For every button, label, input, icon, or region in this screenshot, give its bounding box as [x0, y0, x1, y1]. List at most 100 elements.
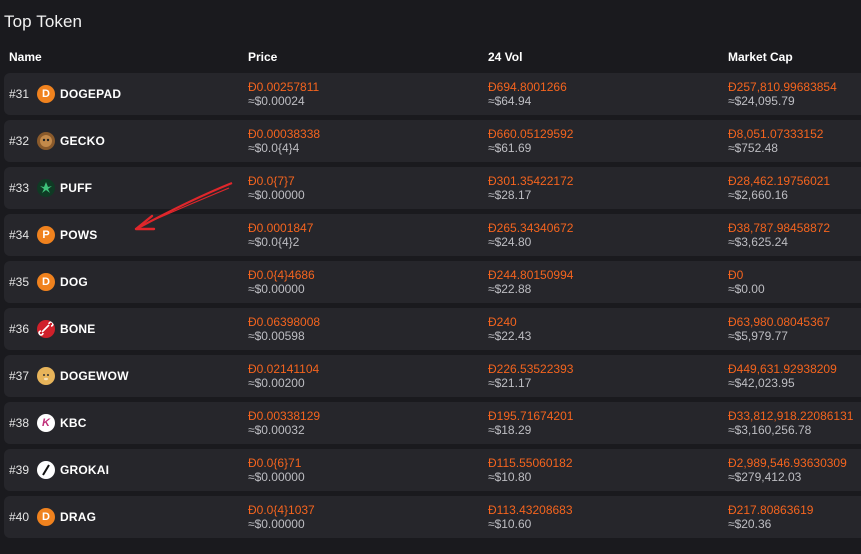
price-cell: Đ0.02141104 ≈$0.00200	[248, 355, 483, 397]
rank-label: #39	[9, 463, 30, 477]
column-header-name[interactable]: Name	[9, 50, 42, 64]
cap-value: Đ257,810.99683854	[728, 80, 837, 94]
price-value: Đ0.0001847	[248, 221, 314, 235]
price-cell: Đ0.00038338 ≈$0.0{4}4	[248, 120, 483, 162]
table-row[interactable]: #32 GECKO Đ0.00038338 ≈$0.0{4}4 Đ660.051…	[4, 120, 861, 162]
vol-usd: ≈$18.29	[488, 423, 532, 437]
column-header-price[interactable]: Price	[248, 50, 277, 64]
price-value: Đ0.0{4}1037	[248, 503, 315, 517]
cap-usd: ≈$0.00	[728, 282, 765, 296]
vol-cell: Đ240 ≈$22.43	[488, 308, 723, 350]
table-row[interactable]: #35 D DOG Đ0.0{4}4686 ≈$0.00000 Đ244.801…	[4, 261, 861, 303]
table-row[interactable]: #34 P POWS Đ0.0001847 ≈$0.0{4}2 Đ265.343…	[4, 214, 861, 256]
price-cell: Đ0.0{6}71 ≈$0.00000	[248, 449, 483, 491]
column-header-vol[interactable]: 24 Vol	[488, 50, 522, 64]
price-value: Đ0.00257811	[248, 80, 320, 94]
price-value: Đ0.06398008	[248, 315, 321, 329]
price-usd: ≈$0.0{4}2	[248, 235, 300, 249]
price-cell: Đ0.0{7}7 ≈$0.00000	[248, 167, 483, 209]
token-symbol[interactable]: KBC	[60, 416, 87, 430]
cap-usd: ≈$3,160,256.78	[728, 423, 812, 437]
name-cell: #31 D DOGEPAD	[4, 73, 244, 115]
token-symbol[interactable]: DOG	[60, 275, 88, 289]
name-cell: #34 P POWS	[4, 214, 244, 256]
rank-label: #40	[9, 510, 30, 524]
token-symbol[interactable]: GECKO	[60, 134, 105, 148]
rank-label: #38	[9, 416, 30, 430]
doge-coin-icon: D	[37, 85, 55, 103]
column-header-market-cap[interactable]: Market Cap	[728, 50, 793, 64]
table-header: Name Price 24 Vol Market Cap	[0, 48, 861, 68]
vol-usd: ≈$28.17	[488, 188, 532, 202]
name-cell: #33 PUFF	[4, 167, 244, 209]
vol-value: Đ244.80150994	[488, 268, 574, 282]
table-row[interactable]: #40 D DRAG Đ0.0{4}1037 ≈$0.00000 Đ113.43…	[4, 496, 861, 538]
cap-cell: Đ8,051.07333152 ≈$752.48	[728, 120, 861, 162]
vol-usd: ≈$10.60	[488, 517, 532, 531]
vol-cell: Đ660.05129592 ≈$61.69	[488, 120, 723, 162]
price-value: Đ0.0{6}71	[248, 456, 302, 470]
table-row[interactable]: #37 DOGEWOW Đ0.02141104 ≈$0.00200 Đ226.5…	[4, 355, 861, 397]
doge-coin-icon: D	[37, 273, 55, 291]
gecko-icon	[37, 132, 55, 150]
vol-cell: Đ301.35422172 ≈$28.17	[488, 167, 723, 209]
vol-value: Đ301.35422172	[488, 174, 574, 188]
token-symbol[interactable]: POWS	[60, 228, 97, 242]
vol-value: Đ265.34340672	[488, 221, 574, 235]
vol-value: Đ240	[488, 315, 517, 329]
vol-cell: Đ244.80150994 ≈$22.88	[488, 261, 723, 303]
price-cell: Đ0.0{4}1037 ≈$0.00000	[248, 496, 483, 538]
name-cell: #32 GECKO	[4, 120, 244, 162]
cap-cell: Đ38,787.98458872 ≈$3,625.24	[728, 214, 861, 256]
cap-usd: ≈$752.48	[728, 141, 778, 155]
table-row[interactable]: #33 PUFF Đ0.0{7}7 ≈$0.00000 Đ301.3542217…	[4, 167, 861, 209]
kbc-icon: K	[37, 414, 55, 432]
vol-usd: ≈$10.80	[488, 470, 532, 484]
rank-label: #33	[9, 181, 30, 195]
cap-cell: Đ257,810.99683854 ≈$24,095.79	[728, 73, 861, 115]
price-usd: ≈$0.00032	[248, 423, 305, 437]
vol-cell: Đ195.71674201 ≈$18.29	[488, 402, 723, 444]
name-cell: #40 D DRAG	[4, 496, 244, 538]
token-symbol[interactable]: DRAG	[60, 510, 96, 524]
vol-cell: Đ226.53522393 ≈$21.17	[488, 355, 723, 397]
vol-value: Đ115.55060182	[488, 456, 573, 470]
vol-value: Đ660.05129592	[488, 127, 574, 141]
rank-label: #37	[9, 369, 30, 383]
cap-cell: Đ217.80863619 ≈$20.36	[728, 496, 861, 538]
price-value: Đ0.00338129	[248, 409, 321, 423]
doge-coin-icon: D	[37, 508, 55, 526]
rank-label: #35	[9, 275, 30, 289]
table-row[interactable]: #36 BONE Đ0.06398008 ≈$0.00598 Đ240 ≈$22…	[4, 308, 861, 350]
name-cell: #39 GROKAI	[4, 449, 244, 491]
rank-label: #31	[9, 87, 30, 101]
table-row[interactable]: #38 K KBC Đ0.00338129 ≈$0.00032 Đ195.716…	[4, 402, 861, 444]
pows-coin-icon: P	[37, 226, 55, 244]
price-usd: ≈$0.0{4}4	[248, 141, 300, 155]
cap-value: Đ8,051.07333152	[728, 127, 824, 141]
price-value: Đ0.0{4}4686	[248, 268, 315, 282]
cap-value: Đ449,631.92938209	[728, 362, 837, 376]
table-row[interactable]: #31 D DOGEPAD Đ0.00257811 ≈$0.00024 Đ694…	[4, 73, 861, 115]
leaf-icon	[37, 179, 55, 197]
table-row[interactable]: #39 GROKAI Đ0.0{6}71 ≈$0.00000 Đ115.5506…	[4, 449, 861, 491]
price-usd: ≈$0.00000	[248, 282, 305, 296]
rank-label: #36	[9, 322, 30, 336]
token-symbol[interactable]: BONE	[60, 322, 95, 336]
vol-usd: ≈$22.43	[488, 329, 532, 343]
cap-cell: Đ2,989,546.93630309 ≈$279,412.03	[728, 449, 861, 491]
price-usd: ≈$0.00200	[248, 376, 305, 390]
cap-value: Đ0	[728, 268, 744, 282]
vol-cell: Đ694.8001266 ≈$64.94	[488, 73, 723, 115]
cap-value: Đ63,980.08045367	[728, 315, 831, 329]
slash-icon	[37, 461, 55, 479]
cap-value: Đ217.80863619	[728, 503, 814, 517]
token-symbol[interactable]: DOGEWOW	[60, 369, 129, 383]
price-usd: ≈$0.00024	[248, 94, 305, 108]
token-symbol[interactable]: DOGEPAD	[60, 87, 121, 101]
token-symbol[interactable]: GROKAI	[60, 463, 109, 477]
rank-label: #32	[9, 134, 30, 148]
vol-value: Đ113.43208683	[488, 503, 573, 517]
vol-cell: Đ265.34340672 ≈$24.80	[488, 214, 723, 256]
token-symbol[interactable]: PUFF	[60, 181, 92, 195]
